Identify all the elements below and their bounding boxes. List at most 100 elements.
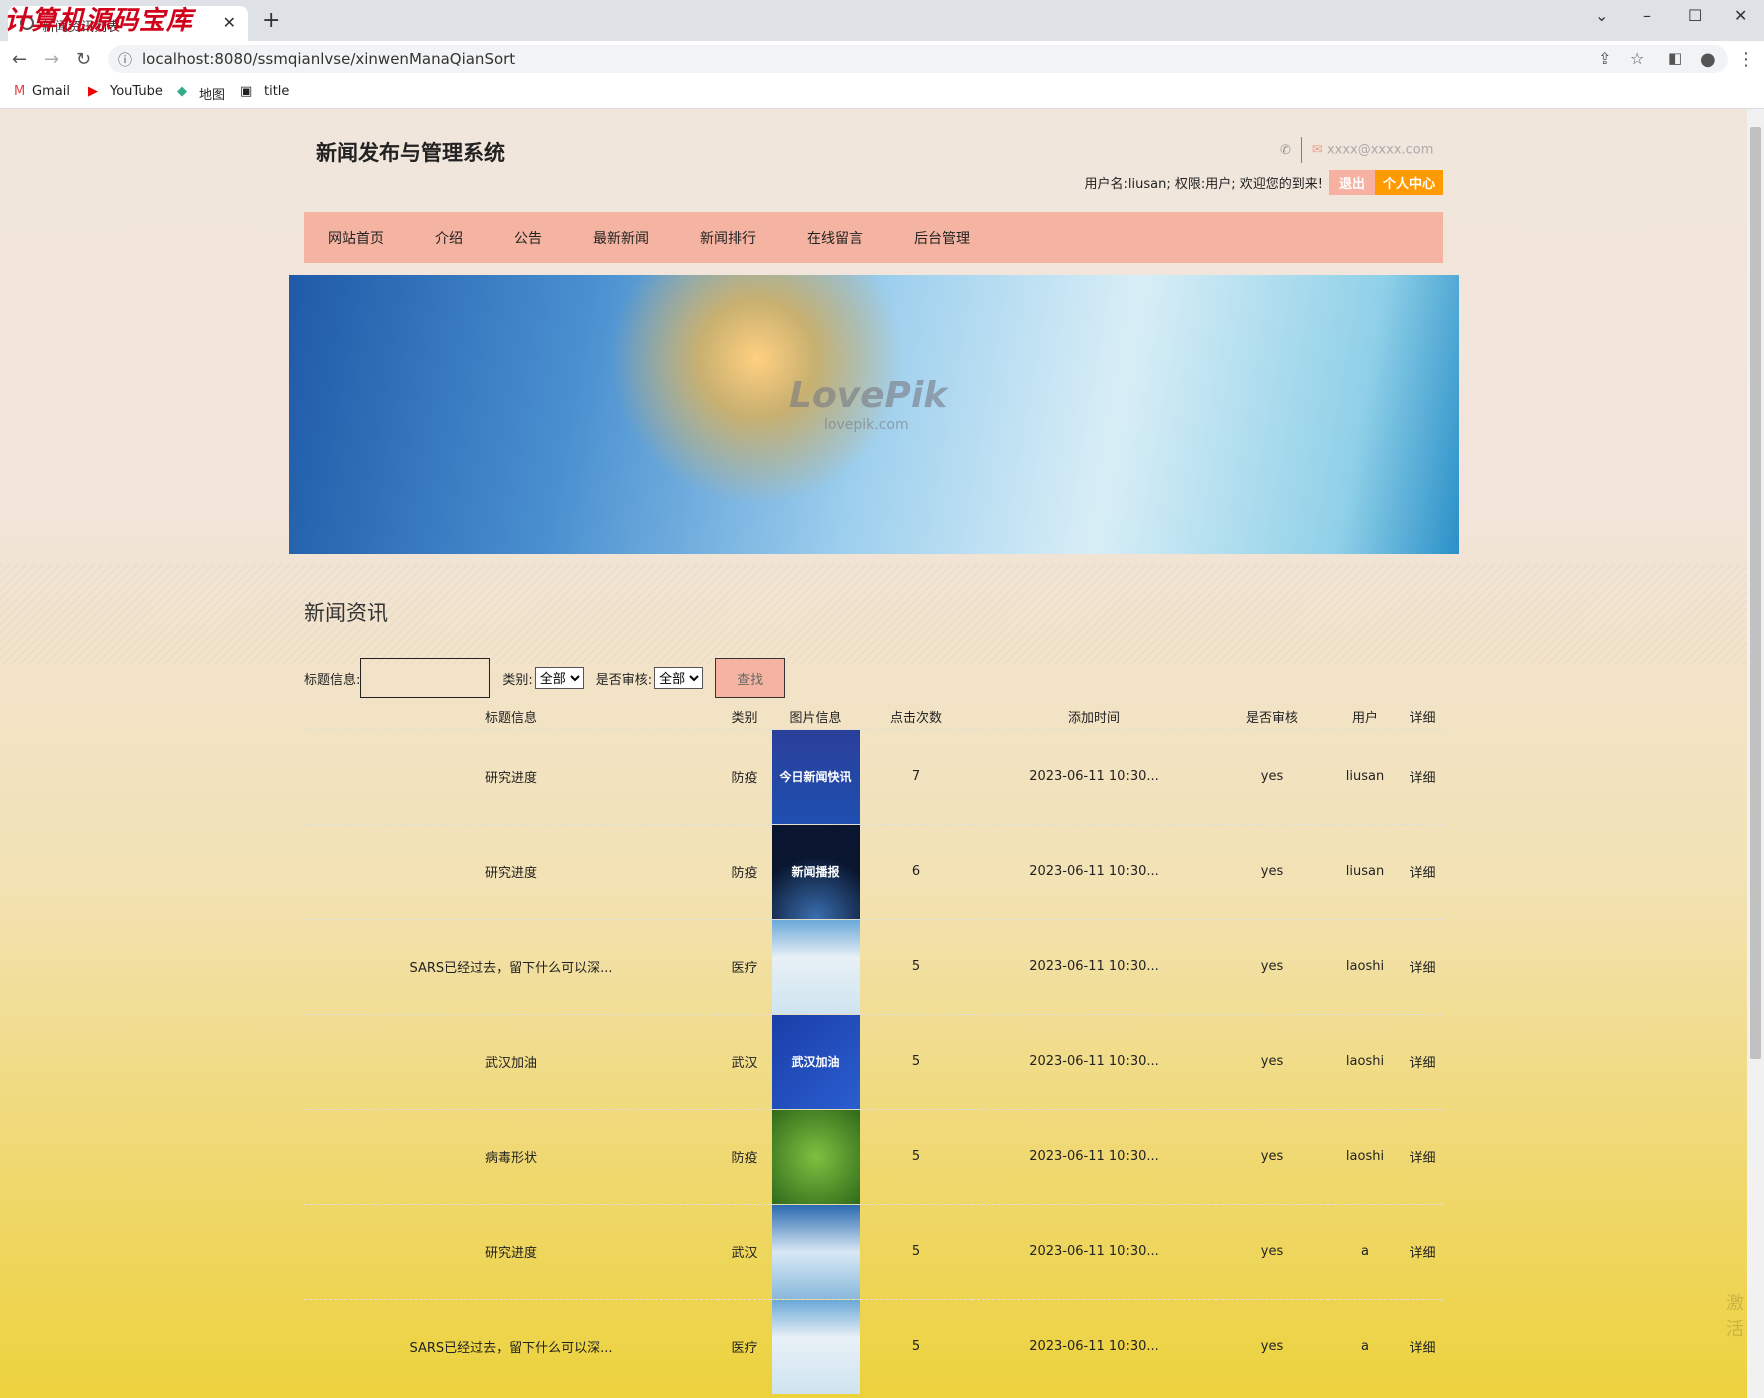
category-select[interactable]: 全部 (534, 667, 584, 689)
logout-button[interactable]: 退出 (1328, 170, 1375, 195)
close-window-button[interactable]: ✕ (1734, 6, 1747, 25)
news-image (771, 1108, 860, 1204)
detail-link[interactable]: 详细 (1402, 1203, 1443, 1299)
news-user: laoshi (1328, 1013, 1402, 1109)
news-audit: yes (1216, 1108, 1328, 1204)
tab-search-icon[interactable]: ⌄ (1595, 6, 1608, 25)
title-label: 标题信息: (304, 672, 361, 688)
share-icon[interactable]: ⇪ (1598, 49, 1611, 68)
bookmark-star-icon[interactable]: ☆ (1630, 49, 1644, 68)
news-user: a (1328, 1298, 1402, 1394)
nav-notice[interactable]: 公告 (514, 228, 542, 248)
activation-watermark: 激活 (1726, 1293, 1744, 1340)
detail-link[interactable]: 详细 (1402, 918, 1443, 1014)
header-category: 类别 (731, 711, 758, 727)
news-title: 研究进度 (304, 823, 718, 919)
news-time: 2023-06-11 10:30... (972, 1108, 1216, 1204)
news-audit: yes (1216, 728, 1328, 824)
news-time: 2023-06-11 10:30... (972, 1013, 1216, 1109)
news-audit: yes (1216, 823, 1328, 919)
info-icon: ⓘ (118, 53, 132, 69)
news-time: 2023-06-11 10:30... (972, 1203, 1216, 1299)
tab-bar: 新闻资讯列表 ✕ + 计算机源码宝库 ⌄ – ☐ ✕ (0, 0, 1764, 41)
nav-message[interactable]: 在线留言 (807, 228, 863, 248)
maximize-button[interactable]: ☐ (1688, 6, 1702, 25)
news-image (771, 1203, 860, 1299)
news-image: 今日新闻快讯 (771, 728, 860, 824)
banner-watermark: LovePik (789, 375, 948, 416)
detail-link[interactable]: 详细 (1402, 823, 1443, 919)
forward-icon[interactable]: → (44, 49, 59, 70)
detail-link[interactable]: 详细 (1402, 1298, 1443, 1394)
user-info: 用户名:liusan; 权限:用户; 欢迎您的到来! (1084, 177, 1323, 192)
search-button[interactable]: 查找 (715, 658, 786, 698)
nav-home[interactable]: 网站首页 (328, 228, 384, 248)
back-icon[interactable]: ← (12, 49, 27, 70)
news-time: 2023-06-11 10:30... (972, 728, 1216, 824)
news-title: 病毒形状 (304, 1108, 718, 1204)
detail-link[interactable]: 详细 (1402, 728, 1443, 824)
bookmark-youtube[interactable]: YouTube (110, 84, 163, 99)
gmail-icon: M (14, 84, 26, 99)
news-title: SARS已经过去，留下什么可以深... (304, 918, 718, 1014)
news-audit: yes (1216, 1298, 1328, 1394)
table-row: SARS已经过去，留下什么可以深... 医疗 5 2023-06-11 10:30..… (304, 1298, 1443, 1394)
menu-icon[interactable]: ⋮ (1737, 49, 1755, 70)
news-clicks: 5 (860, 918, 972, 1014)
header-detail: 详细 (1409, 711, 1436, 727)
news-title: 研究进度 (304, 728, 718, 824)
news-audit: yes (1216, 1203, 1328, 1299)
header-clicks: 点击次数 (889, 711, 942, 727)
phone-icon: ✆ (1280, 142, 1291, 158)
table-row: 病毒形状 防疫 5 2023-06-11 10:30... yes laoshi 详细 (304, 1108, 1443, 1204)
detail-link[interactable]: 详细 (1402, 1013, 1443, 1109)
youtube-icon: ▶ (88, 84, 98, 99)
reload-icon[interactable]: ↻ (76, 49, 91, 70)
profile-button[interactable]: 个人中心 (1374, 170, 1443, 195)
news-title: 武汉加油 (304, 1013, 718, 1109)
user-info-bar: 用户名:liusan; 权限:用户; 欢迎您的到来! 退出 个人中心 (1085, 170, 1443, 195)
mail-icon: ✉ (1311, 142, 1323, 158)
bookmark-gmail[interactable]: Gmail (32, 84, 70, 99)
profile-icon[interactable]: ● (1700, 49, 1716, 70)
section-title: 新闻资讯 (304, 601, 388, 625)
table-row: SARS已经过去，留下什么可以深... 医疗 5 2023-06-11 10:30..… (304, 918, 1443, 1014)
news-thumbnail (771, 1109, 860, 1204)
header-audit: 是否审核 (1245, 711, 1298, 727)
news-thumbnail: 新闻播报 (771, 824, 860, 919)
title-search-input[interactable] (360, 658, 491, 698)
news-time: 2023-06-11 10:30... (972, 1298, 1216, 1394)
news-user: laoshi (1328, 1108, 1402, 1204)
watermark: 计算机源码宝库 (4, 6, 194, 36)
nav-intro[interactable]: 介绍 (435, 228, 463, 248)
bookmark-title[interactable]: title (264, 84, 289, 99)
address-bar-row: ← → ↻ ⓘ localhost:8080/ssmqianlvse/xinwe… (0, 41, 1764, 77)
url-input[interactable]: ⓘ localhost:8080/ssmqianlvse/xinwenManaQ… (108, 45, 1728, 73)
news-clicks: 5 (860, 1013, 972, 1109)
scrollbar[interactable] (1747, 109, 1764, 1398)
news-thumbnail (771, 1299, 860, 1394)
header-title: 标题信息 (484, 711, 537, 727)
audit-label: 是否审核: (595, 672, 653, 688)
close-tab-icon[interactable]: ✕ (223, 13, 236, 32)
maps-icon: ◆ (177, 84, 187, 99)
audit-select[interactable]: 全部 (654, 667, 704, 689)
news-audit: yes (1216, 918, 1328, 1014)
header-user: 用户 (1351, 711, 1378, 727)
bookmark-maps[interactable]: 地图 (199, 84, 225, 103)
banner-image: LovePik lovepik.com (289, 275, 1459, 554)
url-text: localhost:8080/ssmqianlvse/xinwenManaQia… (142, 50, 516, 68)
table-row: 研究进度 武汉 5 2023-06-11 10:30... yes a 详细 (304, 1203, 1443, 1299)
detail-link[interactable]: 详细 (1402, 1108, 1443, 1204)
news-user: laoshi (1328, 918, 1402, 1014)
nav-news-ranking[interactable]: 新闻排行 (700, 228, 756, 248)
news-user: liusan (1328, 823, 1402, 919)
scrollbar-thumb[interactable] (1750, 127, 1761, 1059)
table-row: 研究进度 防疫 今日新闻快讯 7 2023-06-11 10:30... yes liusa… (304, 728, 1443, 824)
nav-latest-news[interactable]: 最新新闻 (593, 228, 649, 248)
sidebar-icon[interactable]: ◧ (1668, 49, 1682, 67)
new-tab-button[interactable]: + (262, 8, 280, 33)
minimize-button[interactable]: – (1643, 6, 1651, 25)
news-category: 防疫 (718, 728, 771, 824)
nav-admin[interactable]: 后台管理 (914, 228, 970, 248)
